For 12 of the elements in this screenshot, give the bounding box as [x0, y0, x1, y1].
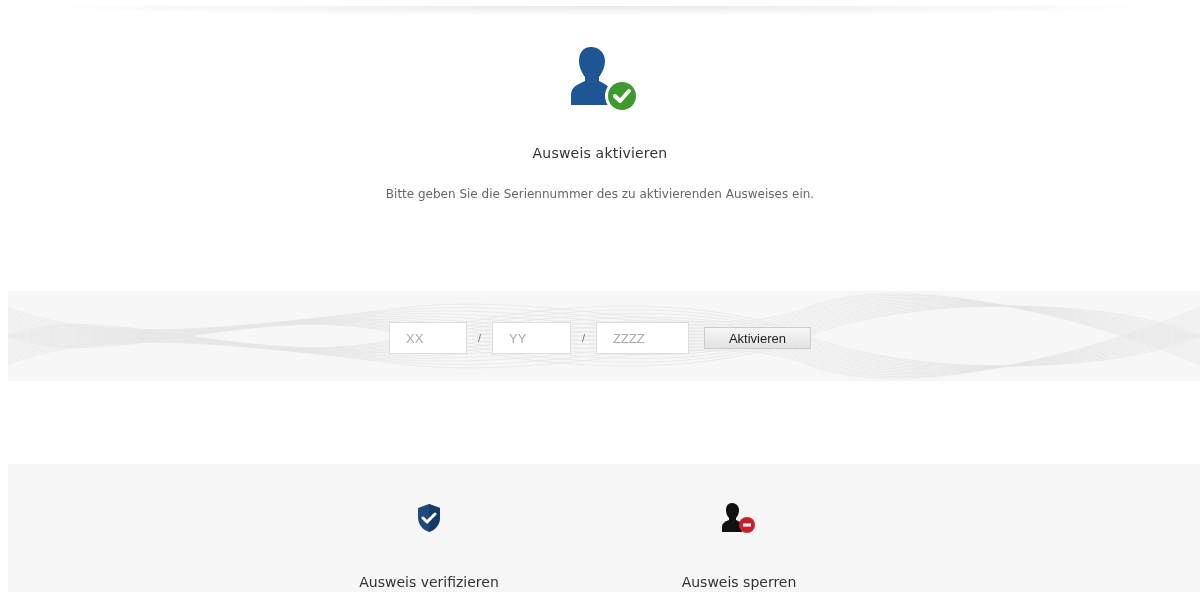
- separator: /: [580, 332, 587, 344]
- serial-input-field[interactable]: YY: [492, 322, 571, 354]
- user-block-icon: [721, 502, 757, 534]
- action-link[interactable]: Ausweis verifizieren: [359, 574, 499, 590]
- serial-input-field[interactable]: XX: [389, 322, 467, 354]
- serial-input-field[interactable]: ZZZZ: [596, 322, 689, 354]
- page-title: Ausweis aktivieren: [532, 145, 668, 161]
- action-link[interactable]: Ausweis sperren: [681, 574, 797, 590]
- shield-check-icon: [416, 503, 442, 533]
- separator: /: [476, 332, 483, 344]
- instruction-text: Bitte geben Sie die Seriennummer des zu aktivierenden Ausweises ein.: [385, 187, 815, 201]
- activate-button[interactable]: Aktivieren: [704, 327, 811, 349]
